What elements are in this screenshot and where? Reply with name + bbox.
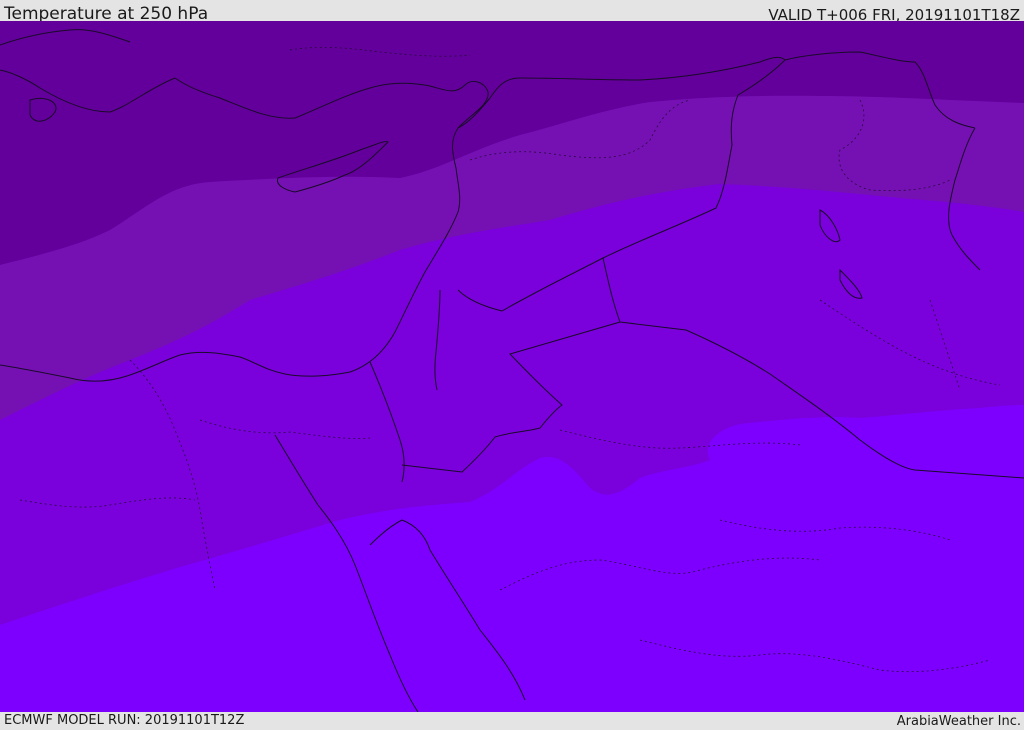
footer-bar: ECMWF MODEL RUN: 20191101T12Z ArabiaWeat… <box>0 712 1024 729</box>
model-run: ECMWF MODEL RUN: 20191101T12Z <box>4 713 245 728</box>
header-bar: Temperature at 250 hPa VALID T+006 FRI, … <box>0 0 1024 24</box>
credit: ArabiaWeather Inc. <box>896 714 1021 729</box>
temperature-map <box>0 21 1024 712</box>
